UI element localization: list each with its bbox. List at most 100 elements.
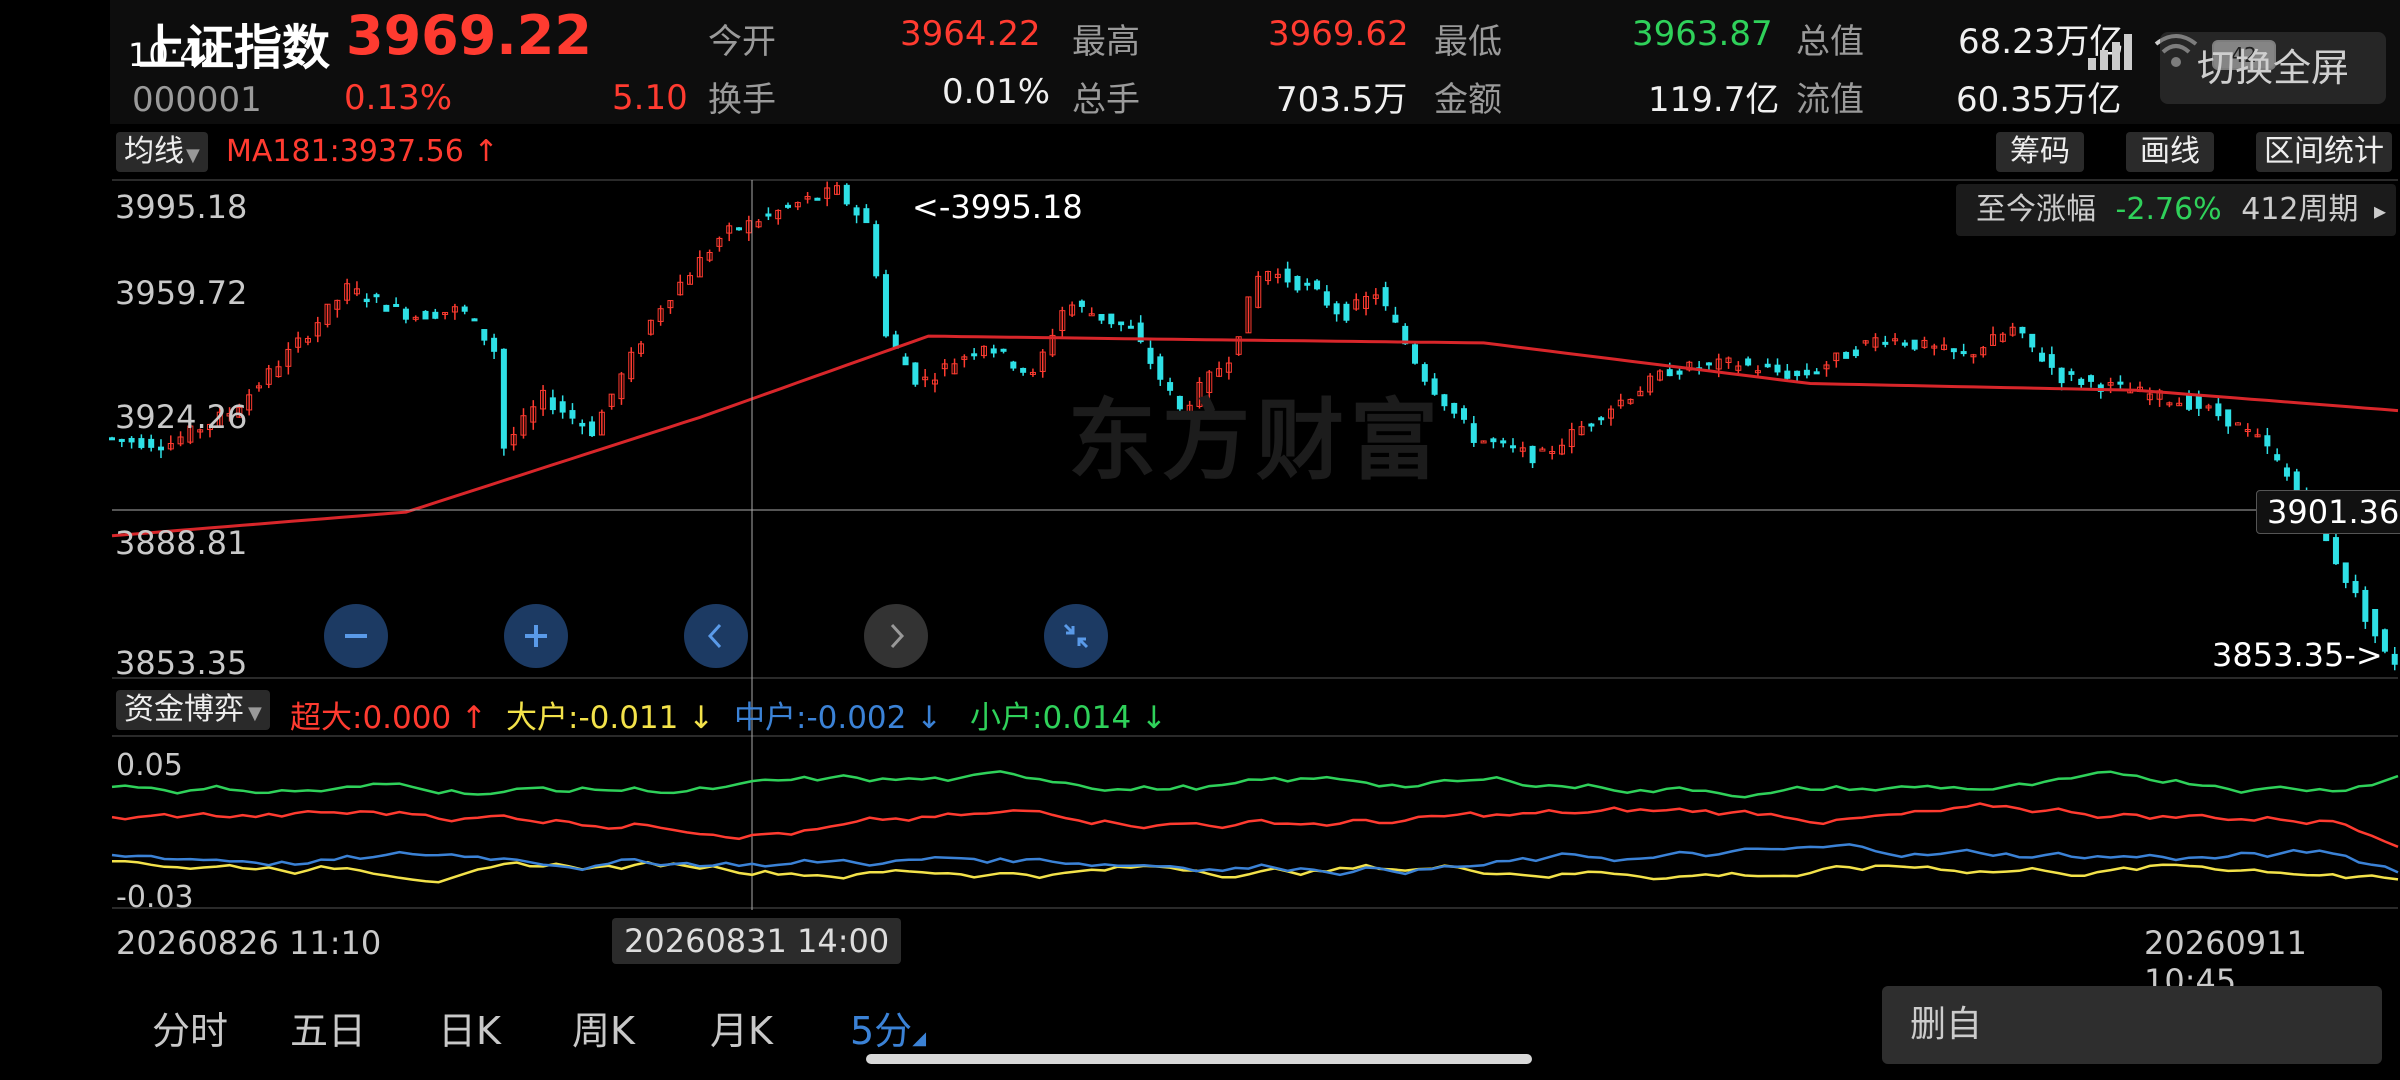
period-change-value: -2.76% (2115, 192, 2222, 227)
watermark-logo: 东方财富 (1068, 389, 1445, 492)
high-marker: <-3995.18 (912, 188, 1083, 226)
candle-body (1960, 351, 1967, 355)
period-count: 412周期 (2241, 192, 2359, 227)
candle-body (559, 401, 566, 413)
candle-body (2185, 395, 2192, 410)
candle-body (1382, 287, 1389, 307)
delete-button[interactable]: 删自 (1882, 986, 2382, 1064)
home-indicator[interactable] (866, 1054, 1532, 1064)
candle-body (373, 294, 380, 298)
candle-body (2117, 381, 2124, 385)
candle-body (1911, 339, 1918, 350)
candle-body (1000, 348, 1007, 352)
chevron-right-icon (890, 623, 905, 649)
crosshair-price-label: 3901.36 (2256, 490, 2400, 534)
candle-body (1294, 276, 1301, 291)
candle-body (2352, 581, 2359, 594)
candle-body (383, 304, 390, 312)
candle-body (1803, 369, 1810, 376)
candle-body (2225, 409, 2232, 427)
candle-body (2078, 378, 2085, 385)
zoom-out-button[interactable] (324, 604, 388, 668)
fund-flow-line-1 (112, 859, 2399, 884)
candle-body (363, 298, 370, 303)
candlestick-chart[interactable] (0, 0, 2400, 1080)
candle-body (1774, 364, 1781, 373)
candle-body (873, 224, 880, 277)
fund-selector[interactable]: 资金博弈 ▼ (116, 690, 270, 730)
candle-body (2068, 371, 2075, 375)
candle-body (1010, 361, 1017, 369)
candle-body (1108, 313, 1115, 325)
candle-body (1098, 314, 1105, 321)
candle-body (1676, 370, 1683, 375)
tab-daily-k[interactable]: 日K (438, 1000, 501, 1055)
candle-body (2088, 375, 2095, 382)
period-change-box[interactable]: 至今涨幅 -2.76% 412周期 ▸ (1956, 184, 2396, 236)
candle-body (1882, 341, 1889, 345)
candle-body (2215, 403, 2222, 417)
tab-5min[interactable]: 5分◢ (850, 1000, 926, 1055)
candle-body (471, 318, 478, 322)
candle-body (2274, 454, 2281, 461)
candle-body (491, 337, 498, 352)
candle-body (422, 310, 429, 320)
price-tick-0: 3995.18 (115, 188, 248, 226)
candle-body (2283, 467, 2290, 477)
candle-body (736, 227, 743, 231)
candle-body (1784, 370, 1791, 379)
candle-body (1529, 445, 1536, 464)
candle-body (579, 422, 586, 427)
candle-body (138, 438, 145, 448)
stock-chart-app: 10:42 上证指数 3969.22 000001 0.13% 5.10 今开 … (0, 0, 2400, 1080)
candle-body (481, 329, 488, 341)
candle-body (2362, 589, 2369, 622)
fund-selector-label: 资金博弈 (124, 692, 244, 727)
candle-body (1705, 362, 1712, 366)
tab-weekly-k[interactable]: 周K (572, 1000, 635, 1055)
candle-body (853, 207, 860, 216)
candle-body (1813, 371, 1820, 375)
candle-body (1451, 402, 1458, 414)
candle-body (2039, 352, 2046, 362)
candle-body (1343, 303, 1350, 321)
candle-body (549, 397, 556, 411)
tab-monthly-k[interactable]: 月K (710, 1000, 773, 1055)
candle-body (1323, 291, 1330, 306)
candle-body (1470, 423, 1477, 443)
scroll-left-button[interactable] (684, 604, 748, 668)
zoom-in-button[interactable] (504, 604, 568, 668)
scroll-right-button[interactable] (864, 604, 928, 668)
candle-body (393, 303, 400, 307)
candle-body (1745, 358, 1752, 366)
candle-body (461, 306, 468, 312)
time-axis-start: 20260826 11:10 (116, 924, 382, 962)
candle-body (1509, 445, 1516, 449)
candle-body (1539, 448, 1546, 452)
candle-body (990, 348, 997, 354)
candle-body (814, 197, 821, 201)
candle-body (1284, 268, 1291, 283)
candle-body (569, 410, 576, 419)
fund-small-label: 小户:0.014 ↓ (970, 700, 1168, 736)
tab-intraday[interactable]: 分时 (152, 1000, 228, 1055)
fund-flow-line-3 (111, 770, 2399, 799)
tab-five-day[interactable]: 五日 (290, 1000, 366, 1055)
candle-body (1412, 344, 1419, 364)
candle-body (912, 362, 919, 385)
candle-body (1901, 342, 1908, 346)
candle-body (1392, 314, 1399, 323)
collapse-icon (1063, 623, 1089, 649)
reset-zoom-button[interactable] (1044, 604, 1108, 668)
candle-body (1078, 300, 1085, 307)
candle-body (1666, 369, 1673, 377)
candle-body (882, 274, 889, 337)
candle-body (1020, 367, 1027, 373)
candle-body (2293, 471, 2300, 493)
candle-body (2391, 653, 2398, 665)
candle-body (1764, 363, 1771, 368)
candle-body (1950, 348, 1957, 353)
candle-body (1461, 408, 1468, 420)
candle-body (109, 437, 115, 441)
candle-body (1314, 280, 1321, 290)
